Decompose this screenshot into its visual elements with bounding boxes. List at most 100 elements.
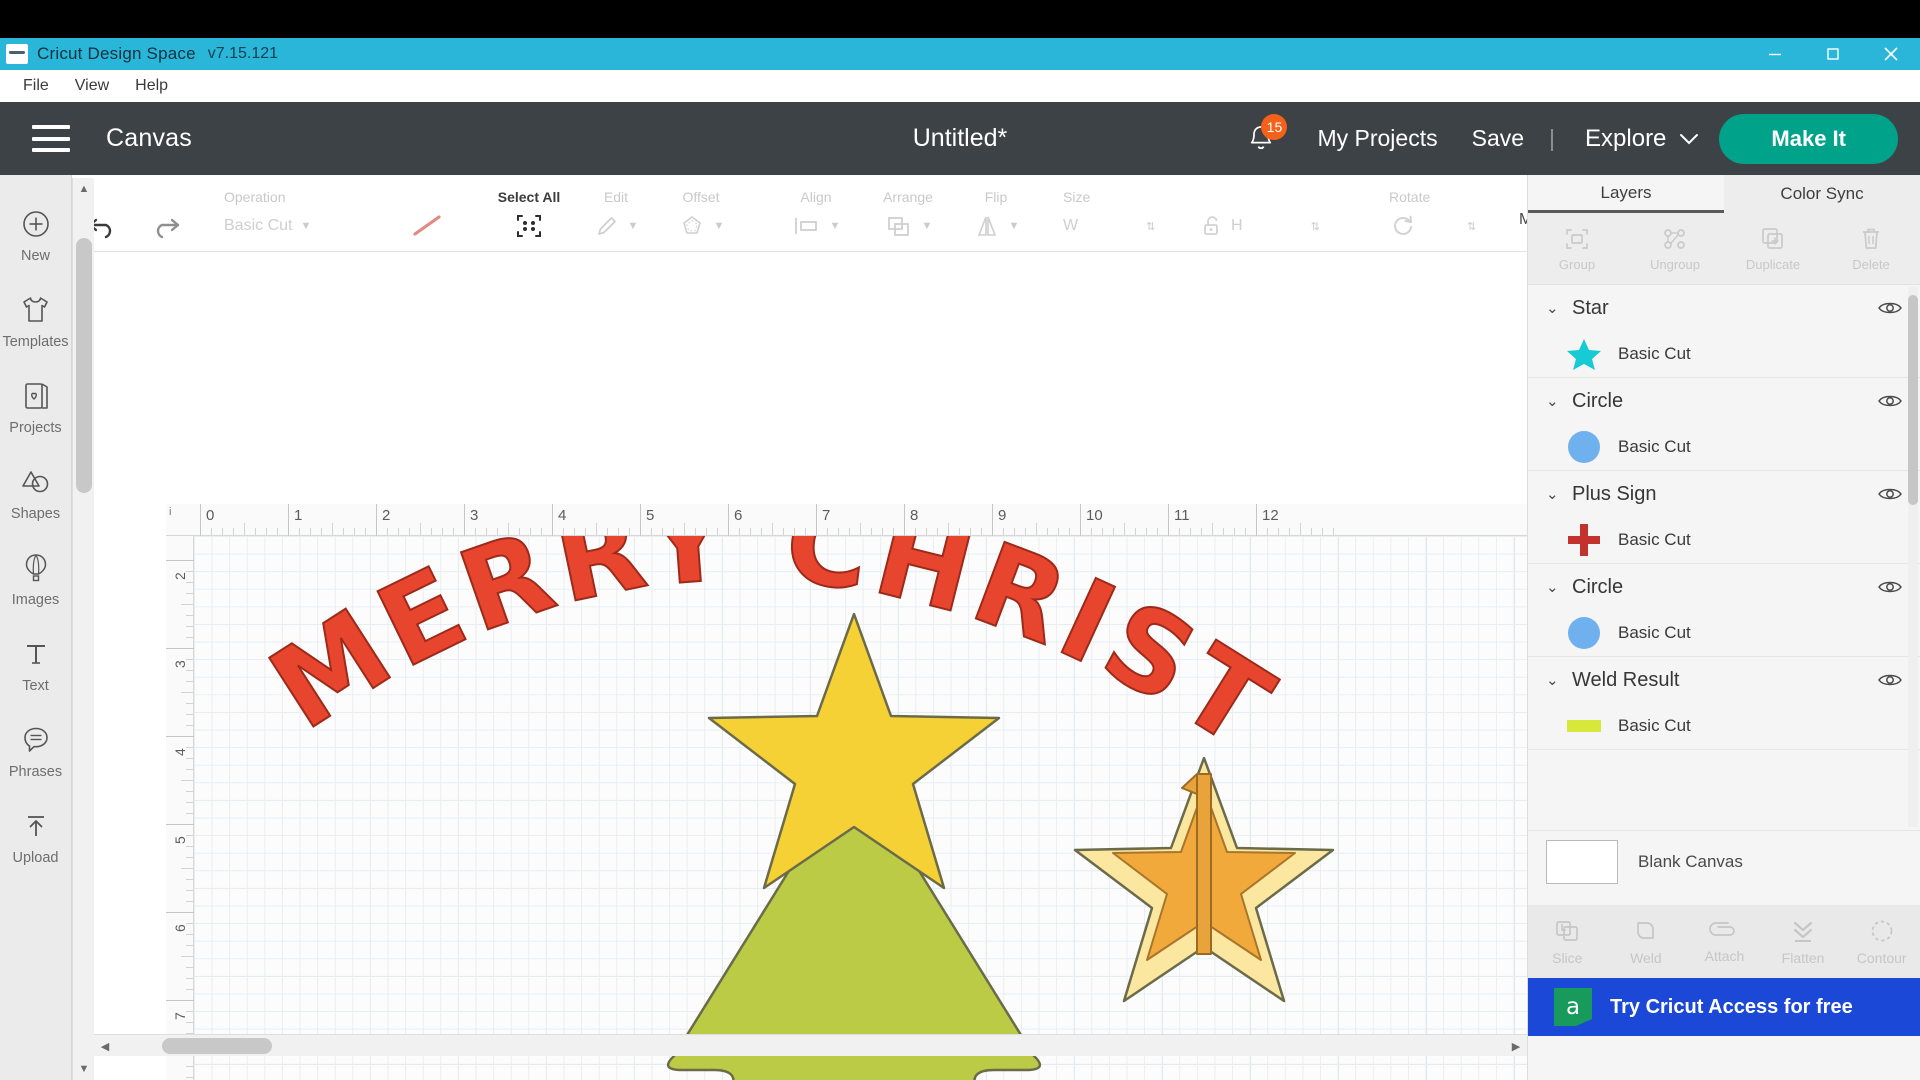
redo-button[interactable]	[134, 189, 196, 251]
visibility-eye-icon[interactable]	[1877, 299, 1903, 317]
chevron-down-icon[interactable]: ⌄	[1546, 392, 1572, 410]
visibility-eye-icon[interactable]	[1877, 578, 1903, 596]
my-projects-link[interactable]: My Projects	[1317, 125, 1437, 152]
scroll-right-icon[interactable]: ▶	[1505, 1035, 1527, 1057]
layer-group[interactable]: ⌄ Plus Sign Basic Cut	[1528, 471, 1920, 564]
offset-menu[interactable]: Offset ▼	[657, 189, 745, 251]
layer-row[interactable]: Basic Cut	[1528, 424, 1920, 470]
stepper-icon[interactable]: ⇅	[1467, 220, 1476, 233]
menu-item-help[interactable]: Help	[122, 74, 181, 98]
layer-header[interactable]: ⌄ Circle	[1528, 378, 1920, 424]
ruler-minor-tick	[186, 626, 193, 627]
arrange-menu[interactable]: Arrange ▼	[859, 189, 957, 251]
group-button[interactable]: Group	[1528, 226, 1626, 272]
machine-selector[interactable]: Explore	[1585, 125, 1699, 153]
sidebar-item-upload[interactable]: Upload	[0, 794, 72, 880]
stepper-icon[interactable]: ⇅	[1311, 220, 1320, 233]
edit-menu[interactable]: Edit ▼	[575, 189, 657, 251]
vertical-scroll-thumb[interactable]	[76, 238, 92, 493]
menu-item-file[interactable]: File	[10, 74, 62, 98]
visibility-eye-icon[interactable]	[1877, 485, 1903, 503]
flip-menu[interactable]: Flip ▼	[957, 189, 1035, 251]
attach-button[interactable]: Attach	[1685, 920, 1764, 964]
select-all-button[interactable]: Select All	[483, 189, 575, 251]
duplicate-button[interactable]: Duplicate	[1724, 226, 1822, 272]
size-lock-toggle[interactable]	[1193, 189, 1231, 251]
size-width-field[interactable]: Size W ⇅	[1063, 189, 1193, 251]
layer-row[interactable]: Basic Cut	[1528, 610, 1920, 656]
layer-header[interactable]: ⌄ Circle	[1528, 564, 1920, 610]
flatten-button[interactable]: Flatten	[1764, 918, 1843, 966]
canvas-area[interactable]: in 0123456789101112 2345678 MERRY CHRIST…	[72, 252, 1527, 1080]
sidebar-item-shapes[interactable]: Shapes	[0, 450, 72, 536]
slice-button[interactable]: Slice	[1528, 918, 1607, 966]
tab-layers[interactable]: Layers	[1528, 175, 1724, 213]
sidebar-item-templates[interactable]: Templates	[0, 278, 72, 364]
visibility-eye-icon[interactable]	[1877, 671, 1903, 689]
canvas-horizontal-scrollbar[interactable]: ◀ ▶	[94, 1034, 1527, 1056]
visibility-eye-icon[interactable]	[1877, 392, 1903, 410]
layer-header[interactable]: ⌄ Plus Sign	[1528, 471, 1920, 517]
weld-button[interactable]: Weld	[1607, 918, 1686, 966]
horizontal-scroll-thumb[interactable]	[162, 1038, 272, 1054]
window-controls	[1746, 38, 1920, 70]
ruler-minor-tick	[1234, 528, 1235, 535]
layer-row[interactable]: Basic Cut	[1528, 517, 1920, 563]
sidebar-item-phrases[interactable]: Phrases	[0, 708, 72, 794]
scroll-left-icon[interactable]: ◀	[94, 1035, 116, 1057]
chevron-down-icon[interactable]: ⌄	[1546, 299, 1572, 317]
chevron-down-icon[interactable]: ⌄	[1546, 671, 1572, 689]
ruler-tick	[1168, 504, 1169, 536]
make-it-button[interactable]: Make It	[1719, 113, 1898, 164]
layers-list[interactable]: ⌄ Star Basic Cut ⌄ Circle Basic Cut ⌄ Pl…	[1528, 285, 1920, 835]
maximize-button[interactable]	[1804, 38, 1862, 70]
layer-row[interactable]: Basic Cut	[1528, 703, 1920, 749]
blank-canvas-row[interactable]: Blank Canvas	[1528, 830, 1920, 892]
layer-group[interactable]: ⌄ Circle Basic Cut	[1528, 564, 1920, 657]
ruler-minor-tick	[186, 769, 193, 770]
save-button[interactable]: Save	[1472, 125, 1524, 152]
layer-row[interactable]: Basic Cut	[1528, 331, 1920, 377]
layer-group[interactable]: ⌄ Circle Basic Cut	[1528, 378, 1920, 471]
layer-header[interactable]: ⌄ Weld Result	[1528, 657, 1920, 703]
sidebar-label-new: New	[20, 247, 50, 264]
ungroup-button[interactable]: Ungroup	[1626, 226, 1724, 272]
notifications-button[interactable]: 15	[1238, 113, 1288, 162]
sidebar-item-new[interactable]: New	[0, 192, 72, 278]
cricut-access-banner[interactable]: a Try Cricut Access for free	[1528, 978, 1920, 1036]
layers-scrollbar-thumb[interactable]	[1908, 295, 1918, 505]
sidebar-item-projects[interactable]: Projects	[0, 364, 72, 450]
ruler-minor-tick	[970, 528, 971, 535]
menu-item-view[interactable]: View	[62, 74, 122, 98]
rotate-field[interactable]: Rotate ⇅	[1389, 189, 1519, 251]
scroll-up-icon[interactable]: ▲	[73, 178, 95, 200]
scroll-down-icon[interactable]: ▼	[73, 1058, 95, 1080]
contour-button[interactable]: Contour	[1842, 918, 1920, 966]
chevron-down-icon[interactable]: ⌄	[1546, 485, 1572, 503]
ruler-tick	[166, 736, 194, 737]
layer-group[interactable]: ⌄ Weld Result Basic Cut	[1528, 657, 1920, 750]
align-menu[interactable]: Align ▼	[773, 189, 859, 251]
delete-button[interactable]: Delete	[1822, 225, 1920, 272]
tab-color-sync[interactable]: Color Sync	[1724, 175, 1920, 213]
stepper-icon[interactable]: ⇅	[1146, 220, 1155, 233]
sidebar-item-text[interactable]: Text	[0, 622, 72, 708]
canvas-grid[interactable]: MERRY CHRISTMAS	[194, 536, 1527, 1080]
layer-header[interactable]: ⌄ Star	[1528, 285, 1920, 331]
ruler-minor-tick	[761, 528, 762, 535]
close-button[interactable]	[1862, 38, 1920, 70]
minimize-button[interactable]	[1746, 38, 1804, 70]
ruler-minor-tick	[186, 725, 193, 726]
operation-select[interactable]: Operation Basic Cut ▼	[224, 189, 399, 251]
ruler-tick-label: 1	[294, 507, 303, 524]
sidebar-item-images[interactable]: Images	[0, 536, 72, 622]
canvas-vertical-scrollbar[interactable]: ▲ ▼	[72, 178, 94, 1080]
ruler-minor-tick	[186, 802, 193, 803]
line-color-swatch[interactable]	[399, 189, 455, 251]
chevron-down-icon[interactable]: ⌄	[1546, 578, 1572, 596]
layer-group[interactable]: ⌄ Star Basic Cut	[1528, 285, 1920, 378]
canvas-artwork[interactable]: MERRY CHRISTMAS	[194, 536, 1527, 1080]
hamburger-menu-icon[interactable]	[32, 125, 70, 152]
size-height-field[interactable]: H ⇅	[1231, 189, 1361, 251]
ruler-minor-tick	[420, 523, 421, 535]
